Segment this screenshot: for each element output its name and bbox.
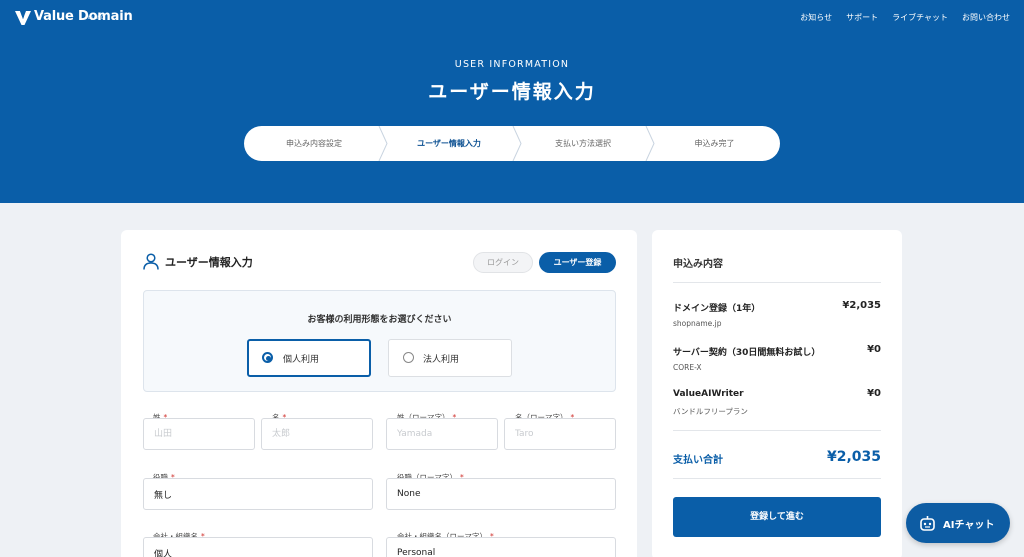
- step-order-settings: 申込み内容設定: [286, 139, 342, 148]
- company-input[interactable]: [143, 537, 373, 557]
- summary-item-price: ¥0: [867, 344, 881, 355]
- nav-contact[interactable]: お問い合わせ: [962, 12, 1010, 23]
- position-roman-input[interactable]: [386, 478, 616, 510]
- summary-item-name: ドメイン登録（1年）: [673, 304, 761, 314]
- register-tab-button[interactable]: ユーザー登録: [539, 252, 616, 273]
- nav-news[interactable]: お知らせ: [800, 12, 832, 23]
- last-name-roman-input[interactable]: [386, 418, 498, 450]
- user-icon: [143, 253, 159, 270]
- nav-live-chat[interactable]: ライブチャット: [892, 12, 948, 23]
- position-input[interactable]: [143, 478, 373, 510]
- summary-item-sub: CORE-X: [673, 363, 702, 372]
- form-section-title: ユーザー情報入力: [165, 255, 253, 269]
- logo-sub: by GMO: [88, 15, 104, 20]
- first-name-roman-input[interactable]: [504, 418, 616, 450]
- user-info-form-card: ユーザー情報入力 ログイン ユーザー登録 お客様の利用形態をお選びください 個人…: [121, 230, 637, 557]
- page-eyebrow: USER INFORMATION: [454, 59, 570, 70]
- summary-item-price: ¥0: [867, 388, 881, 399]
- value-domain-logo[interactable]: Value Domain: [15, 9, 133, 25]
- step-user-info: ユーザー情報入力: [417, 139, 481, 148]
- nav-support[interactable]: サポート: [846, 12, 878, 23]
- total-price: ¥2,035: [826, 449, 881, 465]
- summary-item-name: ValueAIWriter: [673, 389, 744, 399]
- summary-item-sub: shopname.jp: [673, 319, 722, 328]
- ai-chat-label: AIチャット: [943, 519, 995, 531]
- order-summary-card: 申込み内容 ドメイン登録（1年） ¥2,035 shopname.jp サーバー…: [652, 230, 902, 557]
- summary-title: 申込み内容: [673, 259, 723, 270]
- step-payment-method: 支払い方法選択: [555, 139, 611, 148]
- first-name-input[interactable]: [261, 418, 373, 450]
- ai-chat-button[interactable]: AIチャット: [906, 503, 1010, 543]
- radio-corporate[interactable]: [403, 352, 414, 363]
- robot-icon: [920, 515, 935, 531]
- summary-item-name: サーバー契約（30日間無料お試し）: [673, 348, 821, 358]
- last-name-input[interactable]: [143, 418, 255, 450]
- usage-option-personal-label: 個人利用: [283, 355, 320, 365]
- logo-text: Value Domain: [34, 9, 133, 24]
- register-and-proceed-button[interactable]: 登録して進む: [673, 497, 881, 537]
- summary-item-price: ¥2,035: [842, 300, 881, 311]
- usage-type-box: お客様の利用形態をお選びください 個人利用 法人利用: [143, 290, 616, 392]
- logo-v-icon: [15, 11, 31, 25]
- progress-stepper: 申込み内容設定 ユーザー情報入力 支払い方法選択 申込み完了: [244, 126, 780, 161]
- summary-divider: [673, 430, 881, 431]
- usage-option-corporate[interactable]: 法人利用: [388, 339, 512, 377]
- step-complete: 申込み完了: [694, 139, 735, 148]
- summary-divider: [673, 478, 881, 479]
- top-nav: お知らせ サポート ライブチャット お問い合わせ: [800, 12, 1010, 23]
- usage-option-personal[interactable]: 個人利用: [247, 339, 371, 377]
- page-title: ユーザー情報入力: [428, 81, 596, 103]
- header-hero: Value Domain by GMO お知らせ サポート ライブチャット お問…: [0, 0, 1024, 203]
- radio-personal-selected[interactable]: [262, 352, 273, 363]
- summary-divider: [673, 282, 881, 283]
- summary-item-sub: バンドルフリープラン: [673, 407, 748, 416]
- total-label: 支払い合計: [673, 455, 723, 466]
- company-roman-input[interactable]: [386, 537, 616, 557]
- usage-option-corporate-label: 法人利用: [423, 355, 460, 365]
- form-section-header: ユーザー情報入力: [143, 253, 253, 270]
- login-tab-button[interactable]: ログイン: [473, 252, 533, 273]
- usage-type-question: お客様の利用形態をお選びください: [307, 315, 452, 325]
